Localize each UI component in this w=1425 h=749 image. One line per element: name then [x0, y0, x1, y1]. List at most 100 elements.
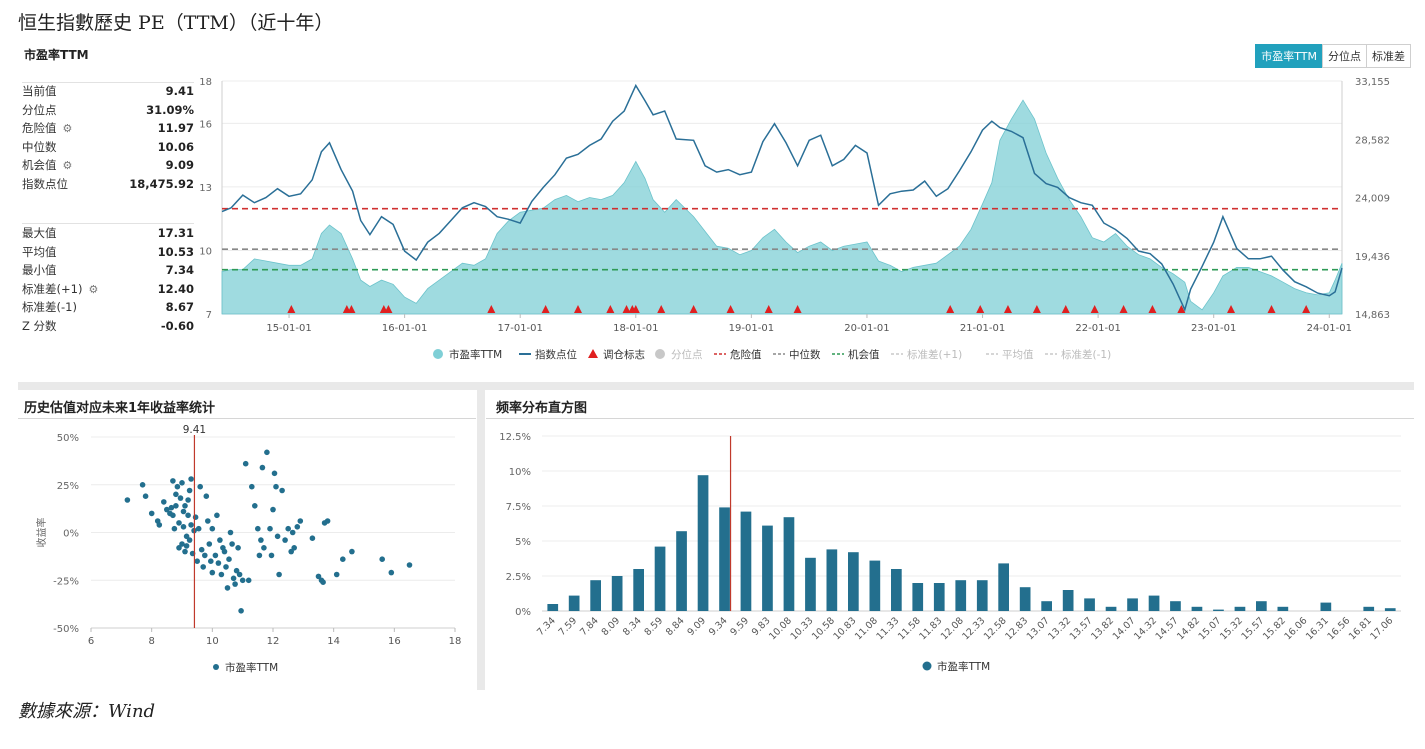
histogram-bar — [998, 563, 1009, 611]
x-tick-label: 17-01-01 — [498, 323, 543, 334]
x-tick-label: 10.08 — [767, 615, 794, 642]
histogram-bar — [826, 549, 838, 611]
y-left-tick-label: 13 — [199, 183, 212, 194]
scatter-point — [297, 518, 304, 524]
scatter-point — [170, 512, 176, 519]
histogram-bar — [848, 552, 859, 611]
x-tick-label: 9.34 — [707, 615, 730, 638]
y-left-tick-label: 7 — [206, 310, 212, 321]
x-tick-label: 13.57 — [1068, 615, 1095, 642]
scatter-point — [202, 552, 208, 559]
x-tick-label: 13.32 — [1046, 615, 1073, 642]
x-tick-label: 9.59 — [728, 615, 751, 638]
legend-label: 危险值 — [730, 348, 762, 361]
legend-label: 平均值 — [1002, 348, 1034, 361]
histogram-bar — [740, 511, 752, 611]
section-divider — [18, 382, 1414, 390]
x-tick-label: 12.08 — [939, 615, 966, 642]
histogram-bar — [676, 531, 687, 611]
y-tick-label: -25% — [53, 576, 79, 587]
y-right-tick-label: 28,582 — [1355, 135, 1390, 146]
x-tick-label: 16.06 — [1282, 615, 1309, 642]
x-tick-label: 22-01-01 — [1075, 323, 1120, 334]
scatter-point — [285, 525, 292, 532]
y-tick-label: 2.5% — [506, 572, 531, 583]
scatter-point — [270, 506, 276, 513]
x-tick-label: 10.83 — [831, 615, 858, 642]
scatter-point — [197, 483, 203, 490]
histogram-bar — [805, 557, 816, 611]
legend-symbol — [433, 349, 443, 359]
scatter-point — [179, 480, 185, 486]
histogram-bar — [1191, 606, 1203, 611]
x-tick-label: 7.34 — [535, 615, 558, 638]
x-tick-label: 10 — [206, 636, 219, 647]
scatter-point — [173, 503, 179, 509]
scatter-point — [267, 525, 273, 532]
histogram-bar — [762, 525, 773, 611]
scatter-point — [279, 487, 285, 494]
current-value-label: 9.41 — [183, 424, 206, 436]
scatter-point — [333, 571, 340, 578]
legend-symbol — [213, 664, 219, 670]
x-tick-label: 14.57 — [1154, 615, 1181, 642]
scatter-point — [198, 546, 205, 553]
x-tick-label: 16-01-01 — [382, 323, 427, 334]
x-tick-label: 11.58 — [896, 615, 923, 642]
scatter-point — [182, 548, 188, 555]
x-tick-label: 14.32 — [1132, 615, 1159, 642]
x-tick-label: 8 — [148, 636, 154, 647]
histogram-bar — [783, 517, 795, 611]
scatter-point — [349, 548, 355, 555]
x-tick-label: 8.09 — [600, 615, 623, 638]
scatter-point — [139, 482, 146, 488]
histogram-bar — [1363, 606, 1375, 611]
x-tick-label: 14.82 — [1175, 615, 1202, 642]
scatter-point — [282, 537, 288, 543]
scatter-point — [124, 497, 131, 503]
histogram-bar — [1213, 609, 1224, 611]
scatter-point — [230, 575, 237, 582]
x-tick-label: 14.07 — [1111, 615, 1138, 642]
histogram-bar — [611, 576, 623, 611]
legend-label: 中位数 — [789, 348, 821, 361]
y-tick-label: 25% — [57, 481, 79, 492]
x-tick-label: 10.58 — [810, 615, 837, 642]
scatter-point — [235, 545, 241, 551]
x-tick-label: 15-01-01 — [266, 323, 311, 334]
x-tick-label: 15.82 — [1261, 615, 1288, 642]
scatter-point — [170, 478, 176, 484]
histogram-bar — [1234, 606, 1246, 611]
scatter-point — [259, 464, 266, 471]
legend-label: 机会值 — [848, 348, 880, 361]
scatter-point — [324, 518, 331, 524]
scatter-point — [255, 525, 261, 532]
histogram-bar — [547, 604, 559, 611]
legend-label: 分位点 — [671, 348, 703, 361]
x-tick-label: 12.58 — [982, 615, 1009, 642]
histogram-bar — [933, 583, 945, 611]
scatter-point — [227, 529, 234, 536]
scatter-point — [264, 449, 270, 456]
scatter-point — [205, 518, 211, 524]
scatter-point — [192, 514, 199, 520]
legend-label: 市盈率TTM — [449, 348, 502, 361]
scatter-point — [194, 558, 200, 564]
scatter-point — [186, 537, 193, 543]
x-tick-label: 20-01-01 — [844, 323, 889, 334]
x-tick-label: 12.33 — [960, 615, 987, 642]
scatter-point — [340, 556, 346, 562]
scatter-point — [215, 560, 222, 566]
y-tick-label: 0% — [63, 529, 79, 540]
histogram-bar — [1170, 601, 1181, 611]
legend-label: 调仓标志 — [603, 348, 645, 361]
legend-symbol — [922, 661, 932, 671]
y-right-tick-label: 19,436 — [1355, 252, 1390, 263]
scatter-point — [206, 541, 213, 547]
scatter-point — [256, 552, 263, 559]
scatter-point — [289, 529, 296, 536]
scatter-point — [142, 493, 149, 499]
x-tick-label: 16.31 — [1304, 615, 1331, 642]
scatter-point — [271, 470, 278, 477]
pe-history-chart: 7 10 13 16 18 14,863 19,436 24,009 28,582 33,155 1… — [199, 77, 1390, 361]
